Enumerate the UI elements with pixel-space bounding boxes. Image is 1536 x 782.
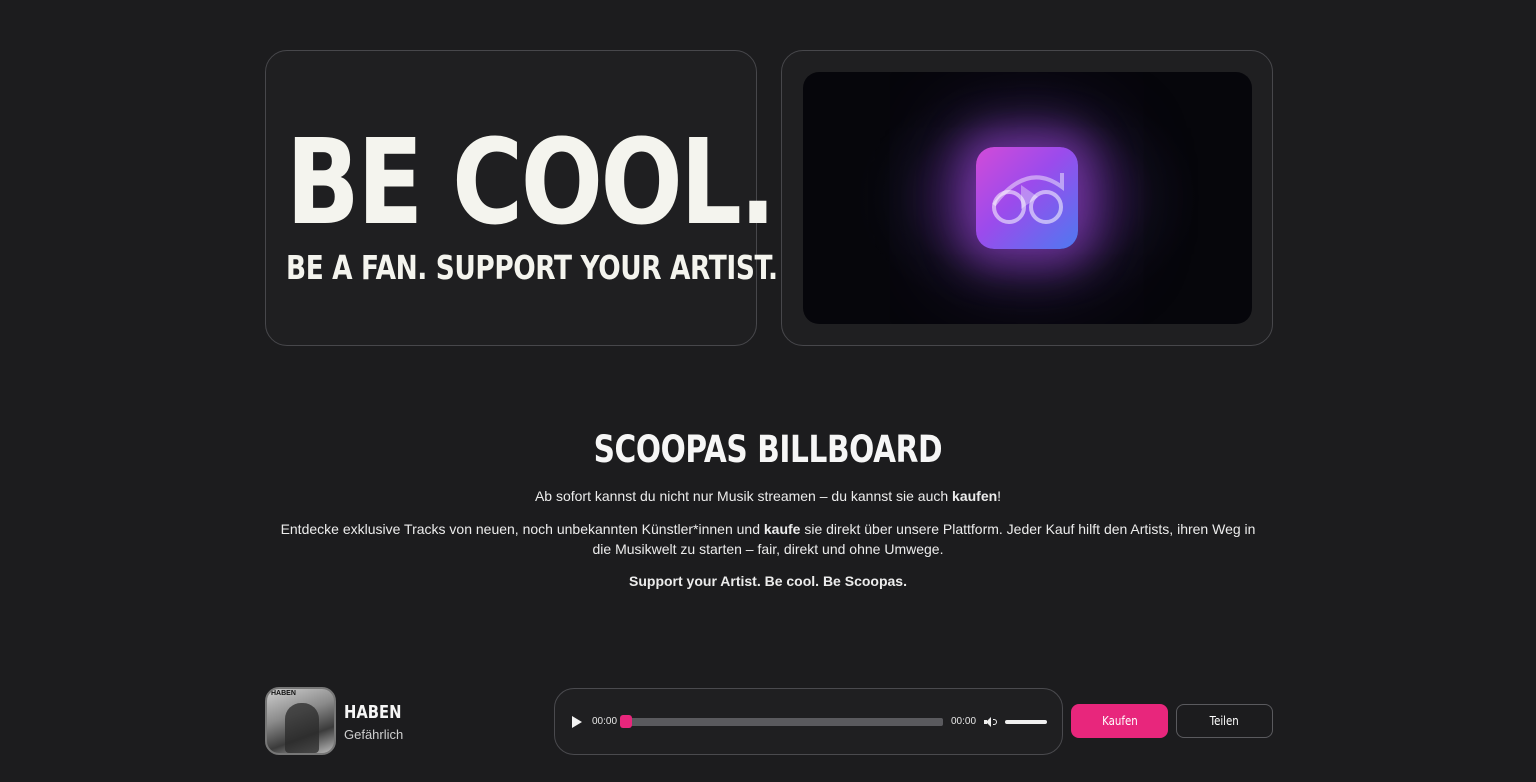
promo-video[interactable] xyxy=(803,72,1252,324)
billboard-intro: Ab sofort kannst du nicht nur Musik stre… xyxy=(534,488,1002,504)
hero-headline: BE COOL. xyxy=(286,113,776,251)
play-icon[interactable] xyxy=(571,715,583,729)
billboard-title: SCOOPAS BILLBOARD xyxy=(593,428,943,471)
seek-bar[interactable] xyxy=(625,718,943,726)
buy-button[interactable]: Kaufen xyxy=(1071,704,1168,738)
total-time: 00:00 xyxy=(951,716,977,727)
track-title: HABEN xyxy=(344,702,402,723)
audio-player: 00:00 00:00 xyxy=(554,688,1063,755)
seek-handle[interactable] xyxy=(620,715,632,728)
track-artist: Gefährlich xyxy=(344,727,404,742)
track-cover: HABEN xyxy=(265,687,336,755)
volume-icon[interactable] xyxy=(984,716,997,728)
billboard-description: Entdecke exklusive Tracks von neuen, noc… xyxy=(280,521,1256,557)
current-time: 00:00 xyxy=(592,716,618,727)
hero-subheadline: BE A FAN. SUPPORT YOUR ARTIST. xyxy=(286,248,778,287)
hero-video-card xyxy=(781,50,1273,346)
cover-artwork xyxy=(285,703,319,753)
app-logo-icon xyxy=(976,147,1078,249)
share-button[interactable]: Teilen xyxy=(1176,704,1273,738)
cover-label: HABEN xyxy=(271,690,296,697)
volume-slider[interactable] xyxy=(1005,720,1047,724)
hero-text-card: BE COOL. BE A FAN. SUPPORT YOUR ARTIST. xyxy=(265,50,778,346)
billboard-slogan: Support your Artist. Be cool. Be Scoopas… xyxy=(629,573,907,589)
